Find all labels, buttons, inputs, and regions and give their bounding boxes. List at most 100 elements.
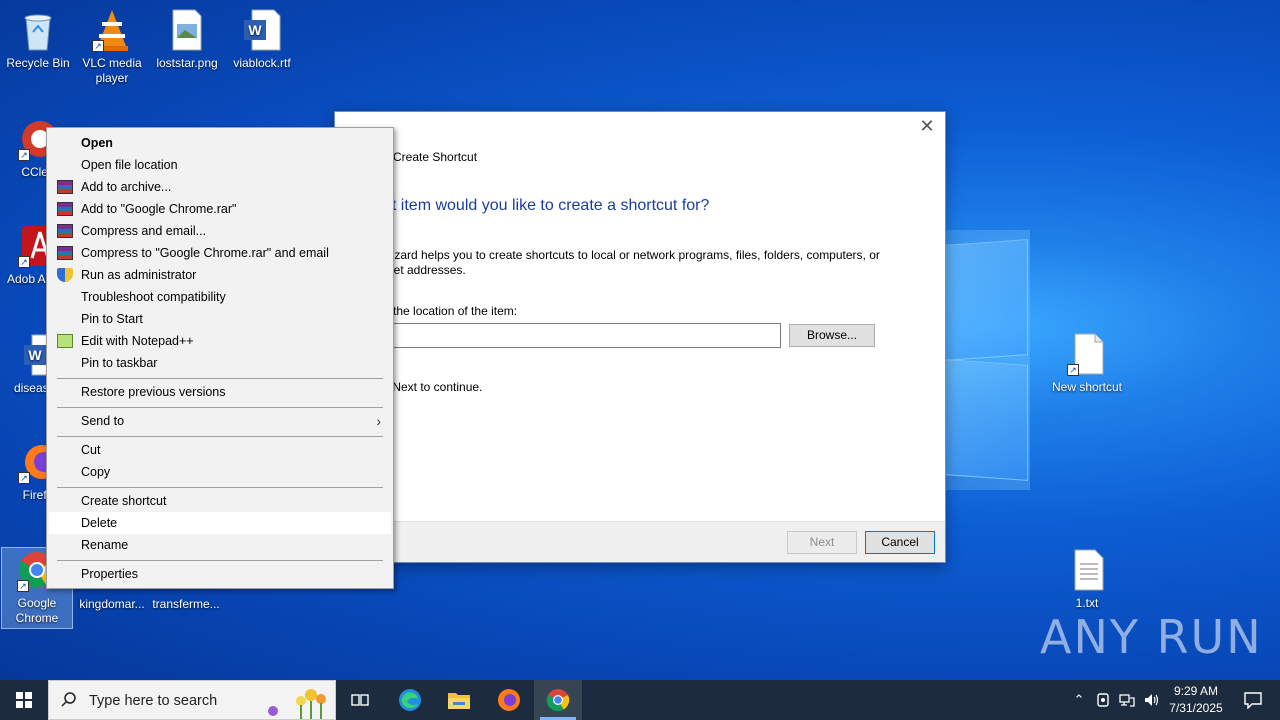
firefox-icon [498, 689, 520, 711]
menu-item-copy[interactable]: Copy [49, 461, 391, 483]
menu-item-rename[interactable]: Rename [49, 534, 391, 556]
menu-item-pin-to-start[interactable]: Pin to Start [49, 308, 391, 330]
menu-separator [57, 436, 383, 437]
winrar-icon [57, 246, 73, 260]
uac-shield-icon [57, 268, 73, 282]
clock-date: 7/31/2025 [1169, 701, 1223, 715]
menu-item-create-shortcut[interactable]: Create shortcut [49, 490, 391, 512]
text-file-icon [1067, 548, 1107, 592]
chevron-right-icon: › [376, 413, 381, 429]
search-placeholder: Type here to search [89, 693, 218, 709]
menu-item-compress-rar-email[interactable]: Compress to "Google Chrome.rar" and emai… [49, 242, 391, 264]
menu-item-label: Rename [81, 538, 129, 552]
dialog-title: Create Shortcut [393, 150, 478, 164]
show-hidden-icons-button[interactable]: ⌃ [1068, 680, 1090, 720]
menu-item-label: Delete [81, 516, 118, 530]
taskbar-chrome[interactable] [534, 680, 582, 720]
menu-item-open-file-location[interactable]: Open file location [49, 154, 391, 176]
taskbar-firefox[interactable] [485, 680, 533, 720]
context-menu: Open Open file location Add to archive..… [46, 127, 394, 589]
search-highlight-flowers-icon [268, 689, 326, 719]
recycle-bin-icon [18, 8, 58, 52]
menu-item-label: Compress and email... [81, 224, 207, 238]
menu-item-label: Copy [81, 465, 111, 479]
tray-device-icon[interactable] [1092, 680, 1114, 720]
winrar-icon [57, 202, 73, 216]
menu-item-cut[interactable]: Cut [49, 439, 391, 461]
edge-icon [399, 689, 421, 711]
taskbar-clock[interactable]: 9:29 AM 7/31/2025 [1160, 683, 1232, 717]
menu-item-edit-notepadpp[interactable]: Edit with Notepad++ [49, 330, 391, 352]
menu-item-run-as-admin[interactable]: Run as administrator [49, 264, 391, 286]
menu-item-troubleshoot[interactable]: Troubleshoot compatibility [49, 286, 391, 308]
menu-item-restore-versions[interactable]: Restore previous versions [49, 381, 391, 403]
dialog-description: wizard helps you to create shortcuts to … [383, 248, 880, 277]
desktop-icon-loststar[interactable]: loststar.png [149, 8, 225, 71]
cancel-button[interactable]: Cancel [865, 531, 935, 554]
browse-button[interactable]: Browse... [789, 324, 875, 347]
shortcut-arrow-icon: ↗ [18, 256, 30, 268]
desktop-icon-label: transferme... [152, 597, 220, 611]
menu-item-label: Run as administrator [81, 268, 197, 282]
menu-item-add-to-rar[interactable]: Add to "Google Chrome.rar" [49, 198, 391, 220]
desktop-icon-label: Recycle Bin [6, 56, 70, 70]
wallpaper-logo-pane [945, 359, 1028, 481]
chrome-icon [546, 689, 570, 712]
folder-icon [448, 693, 470, 709]
shortcut-arrow-icon: ↗ [17, 580, 29, 592]
menu-item-compress-email[interactable]: Compress and email... [49, 220, 391, 242]
svg-text:W: W [28, 347, 42, 363]
vlc-icon: ↗ [92, 8, 132, 52]
taskbar-file-explorer[interactable] [435, 680, 483, 720]
desktop-icon-kingdomar[interactable]: kingdomar... [74, 590, 150, 612]
menu-item-properties[interactable]: Properties [49, 563, 391, 585]
menu-item-label: Cut [81, 443, 101, 457]
wallpaper-logo-pane [945, 239, 1028, 361]
desktop-icon-transferme[interactable]: transferme... [148, 590, 224, 612]
image-file-icon [167, 8, 207, 52]
menu-item-open[interactable]: Open [49, 132, 391, 154]
menu-item-label: Troubleshoot compatibility [81, 290, 226, 304]
taskbar-edge[interactable] [386, 680, 434, 720]
windows-logo-icon [16, 692, 32, 708]
task-view-icon [351, 694, 369, 706]
menu-separator [57, 407, 383, 408]
shortcut-arrow-icon: ↗ [92, 40, 104, 52]
desktop-icon-vlc[interactable]: ↗ VLC media player [74, 8, 150, 86]
menu-separator [57, 487, 383, 488]
winrar-icon [57, 180, 73, 194]
menu-item-label: Edit with Notepad++ [81, 334, 194, 348]
taskbar-search-box[interactable]: Type here to search [48, 680, 336, 720]
network-icon [1119, 694, 1135, 707]
search-icon [61, 692, 76, 707]
next-button[interactable]: Next [787, 531, 857, 554]
start-button[interactable] [0, 680, 48, 720]
desktop-icon-label: viablock.rtf [233, 56, 291, 70]
word-document-icon: W [242, 8, 282, 52]
menu-item-delete[interactable]: Delete [49, 512, 391, 534]
close-icon[interactable]: ✕ [917, 116, 937, 136]
tray-volume-icon[interactable] [1140, 680, 1162, 720]
location-label: e the location of the item: [383, 304, 518, 318]
shortcut-arrow-icon: ↗ [18, 149, 30, 161]
location-input[interactable] [383, 323, 781, 348]
desktop-icon-1-txt[interactable]: 1.txt [1049, 548, 1125, 611]
menu-item-send-to[interactable]: Send to › [49, 410, 391, 432]
desktop-icon-viablock[interactable]: W viablock.rtf [224, 8, 300, 71]
menu-item-pin-to-taskbar[interactable]: Pin to taskbar [49, 352, 391, 374]
desktop-icon-new-shortcut[interactable]: ↗ New shortcut [1049, 332, 1125, 395]
desktop-icon-label: New shortcut [1051, 380, 1123, 394]
menu-item-label: Add to archive... [81, 180, 172, 194]
notification-icon [1244, 692, 1262, 709]
menu-item-label: Pin to taskbar [81, 356, 158, 370]
task-view-button[interactable] [336, 680, 384, 720]
desktop-icon-recycle-bin[interactable]: Recycle Bin [0, 8, 76, 71]
action-center-button[interactable] [1234, 680, 1270, 720]
menu-item-add-to-archive[interactable]: Add to archive... [49, 176, 391, 198]
desktop-icon-label: kingdomar... [79, 597, 145, 611]
continue-hint: k Next to continue. [383, 380, 483, 394]
menu-item-label: Pin to Start [81, 312, 143, 326]
menu-item-label: Open file location [81, 158, 178, 172]
taskbar: Type here to search ⌃ 9:29 AM 7/31/2025 [0, 680, 1280, 720]
tray-network-icon[interactable] [1116, 680, 1138, 720]
